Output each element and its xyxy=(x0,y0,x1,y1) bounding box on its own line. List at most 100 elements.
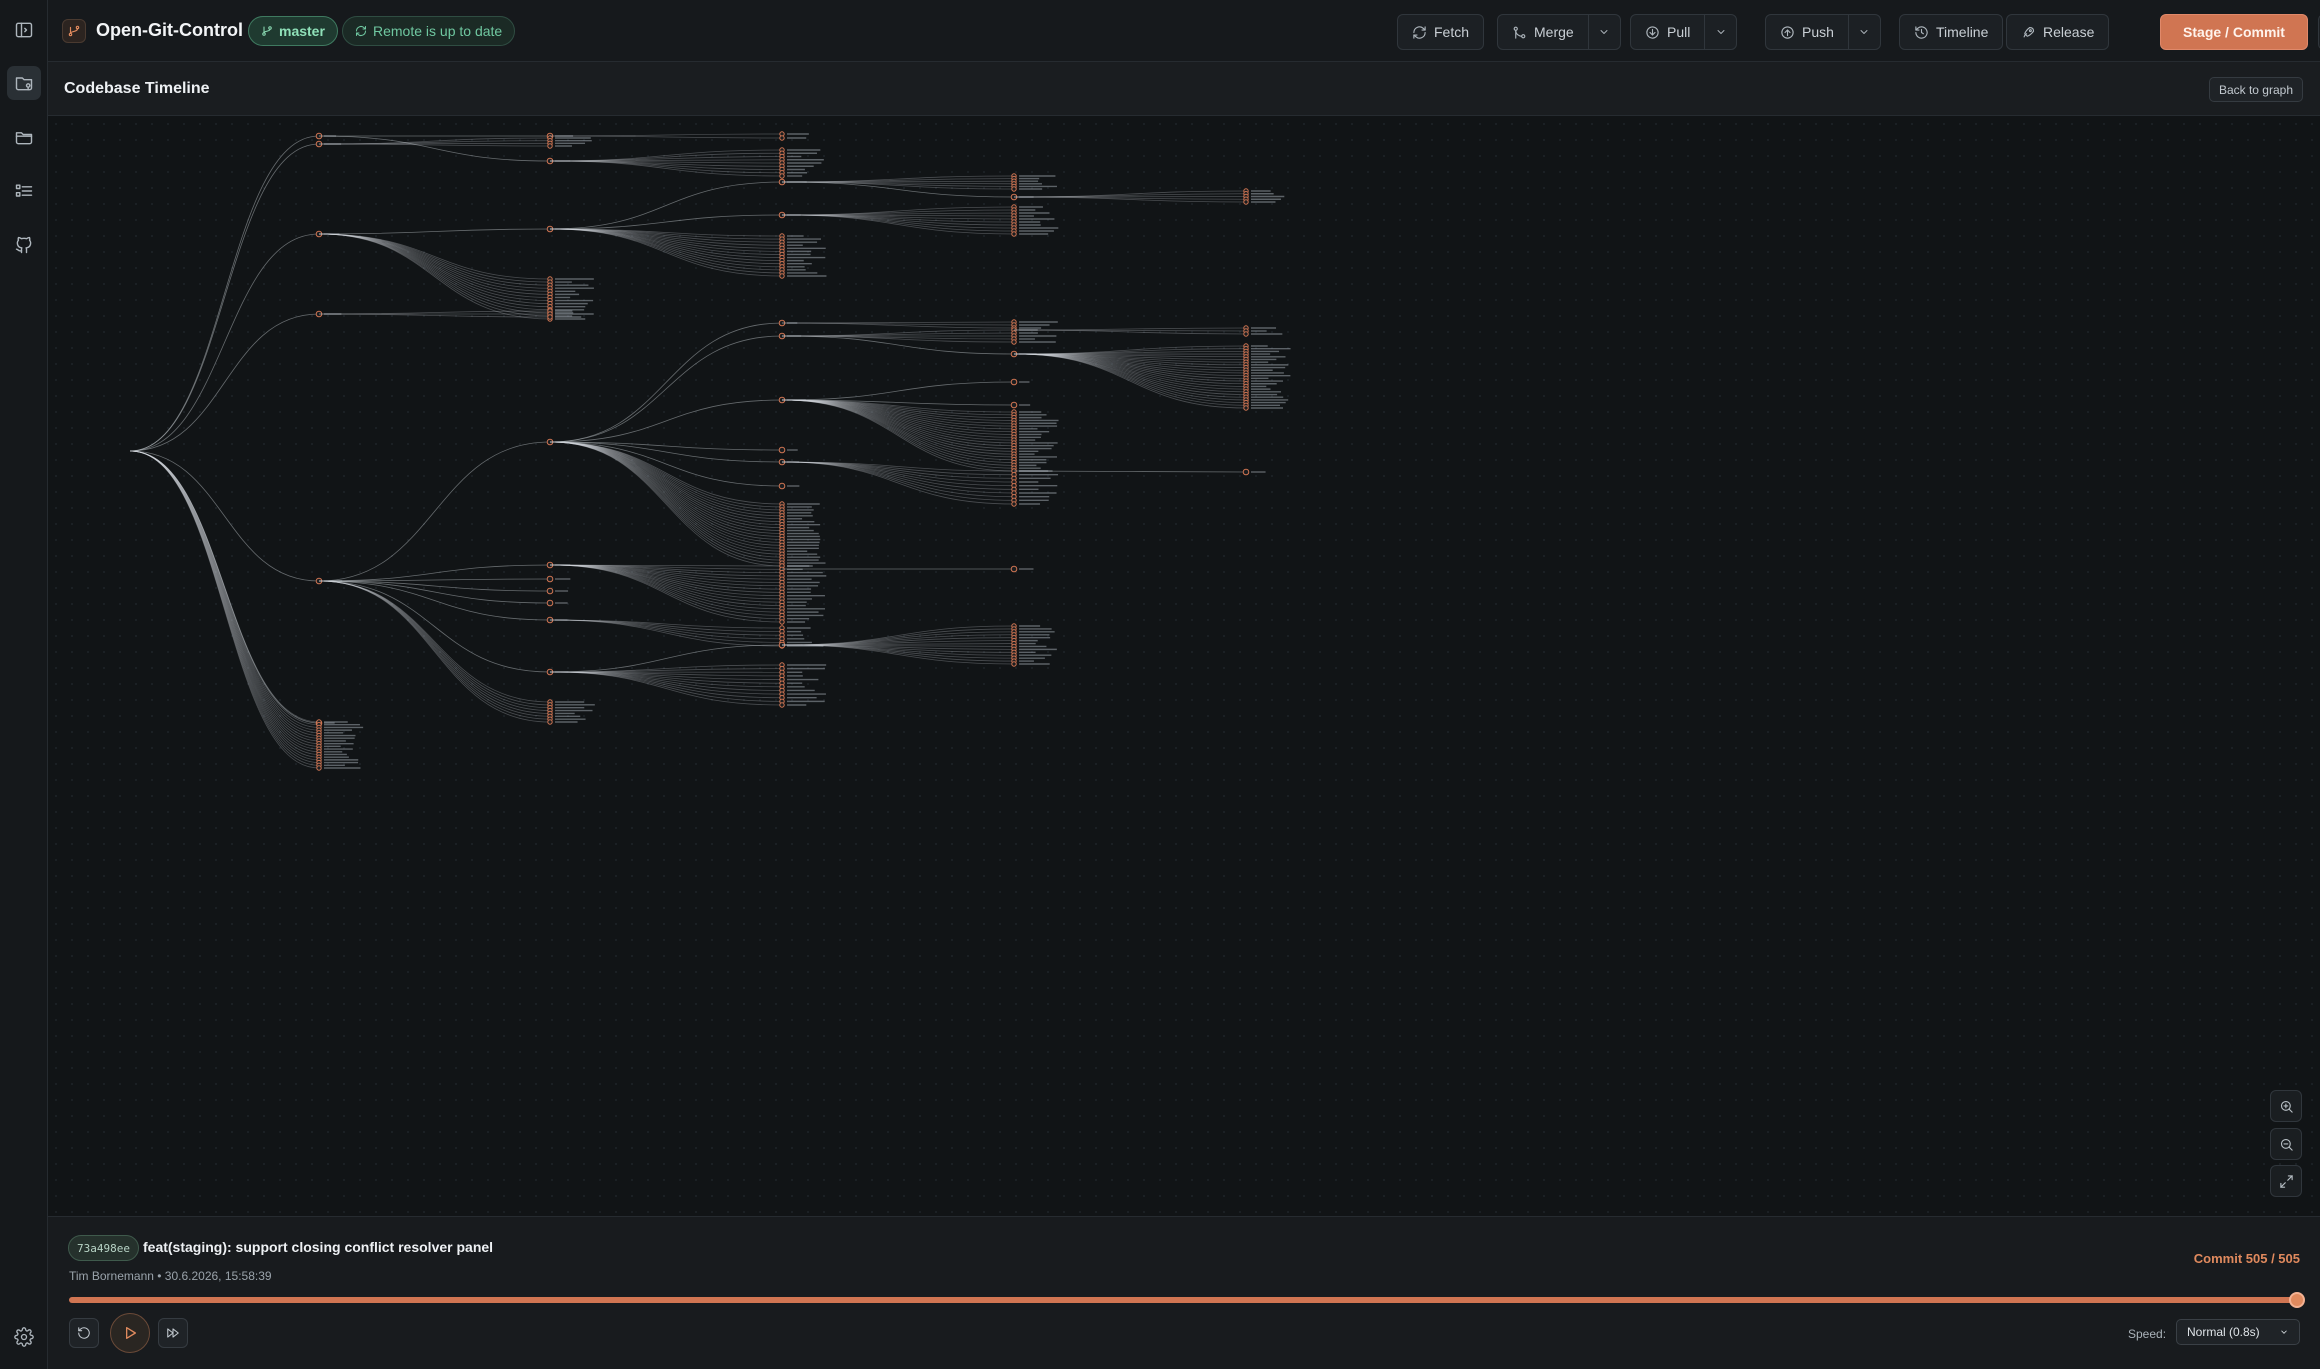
tree-node[interactable] xyxy=(546,575,554,583)
repository-icon xyxy=(15,77,33,91)
reset-button[interactable] xyxy=(69,1318,99,1348)
push-button[interactable]: Push xyxy=(1765,14,1881,50)
history-icon xyxy=(1915,25,1928,39)
speed-select[interactable]: Normal (0.8s) xyxy=(2176,1319,2300,1345)
tree-node[interactable] xyxy=(1011,501,1017,507)
chevron-down-icon xyxy=(2281,1330,2287,1334)
pull-dropdown-toggle[interactable] xyxy=(1704,15,1736,49)
tree-link xyxy=(129,450,320,726)
tree-node[interactable] xyxy=(316,765,322,771)
tree-node[interactable] xyxy=(1011,339,1017,345)
tree-link xyxy=(318,233,551,308)
tree-link xyxy=(318,310,551,315)
settings-button[interactable] xyxy=(7,1320,41,1354)
tree-node[interactable] xyxy=(547,143,553,149)
tree-node[interactable] xyxy=(1010,565,1018,573)
timeline-button[interactable]: Timeline xyxy=(1899,14,2004,50)
tree-node[interactable] xyxy=(1010,401,1018,409)
remote-status-badge: Remote is up to date xyxy=(342,16,516,46)
speed-value: Normal (0.8s) xyxy=(2187,1325,2260,1339)
tree-node[interactable] xyxy=(778,482,786,490)
view-header: Codebase Timeline Back to graph xyxy=(48,62,2320,116)
tree-link xyxy=(549,335,783,443)
tree-node[interactable] xyxy=(547,719,553,725)
sidebar-toggle-button[interactable] xyxy=(7,13,41,47)
tree-node[interactable] xyxy=(547,314,553,320)
push-dropdown-toggle[interactable] xyxy=(1847,15,1880,49)
tree-node[interactable] xyxy=(1243,405,1249,411)
release-button[interactable]: Release xyxy=(2006,14,2110,50)
tree-node[interactable] xyxy=(779,135,785,141)
nav-github[interactable] xyxy=(7,228,41,262)
tree-node[interactable] xyxy=(1243,199,1249,205)
tree-link xyxy=(549,399,783,443)
tree-link xyxy=(1013,350,1247,355)
sidebar-rail xyxy=(0,0,48,1369)
tree-node[interactable] xyxy=(779,702,785,708)
tree-link xyxy=(318,233,551,292)
tree-link xyxy=(318,578,551,582)
tree-link xyxy=(549,441,783,546)
fast-forward-button[interactable] xyxy=(158,1318,188,1348)
branch-badge[interactable]: master xyxy=(248,16,338,46)
tree-link xyxy=(318,233,551,305)
nav-repository[interactable] xyxy=(7,66,41,100)
tree-link xyxy=(129,450,320,728)
tree-link xyxy=(129,450,320,742)
chevron-down-icon xyxy=(1600,30,1608,34)
play-button[interactable] xyxy=(110,1313,150,1353)
sync-icon xyxy=(356,26,366,36)
fetch-button[interactable]: Fetch xyxy=(1397,14,1485,50)
rotate-ccw-icon xyxy=(78,1327,90,1339)
chevron-down-icon xyxy=(1717,30,1725,34)
back-to-graph-button[interactable]: Back to graph xyxy=(2208,77,2303,102)
commit-hash-badge[interactable]: 73a498ee xyxy=(68,1235,139,1261)
tree-link xyxy=(549,441,783,561)
merge-button[interactable]: Merge xyxy=(1497,14,1621,50)
tree-link xyxy=(549,644,783,673)
tree-link xyxy=(1013,470,1247,473)
merge-label: Merge xyxy=(1534,24,1574,40)
zoom-in-button[interactable] xyxy=(2270,1090,2302,1122)
playback-panel: 73a498ee feat(staging): support closing … xyxy=(48,1216,2320,1369)
tree-node[interactable] xyxy=(1011,186,1017,192)
tree-node[interactable] xyxy=(779,273,785,279)
tree-link xyxy=(129,450,320,745)
tree-node[interactable] xyxy=(1243,331,1249,337)
tree-link xyxy=(549,441,783,555)
tree-link xyxy=(549,441,783,531)
tree-node[interactable] xyxy=(1242,468,1250,476)
nav-files[interactable] xyxy=(7,120,41,154)
tree-link xyxy=(129,450,320,723)
tree-node[interactable] xyxy=(1011,231,1017,237)
page-title: Codebase Timeline xyxy=(64,80,210,97)
stage-commit-button[interactable]: Stage / Commit xyxy=(2160,14,2308,50)
tree-node[interactable] xyxy=(1010,378,1018,386)
slider-fill xyxy=(69,1297,2297,1303)
tree-link xyxy=(781,461,1015,498)
play-icon xyxy=(126,1327,136,1339)
tree-link xyxy=(549,149,783,162)
pull-button[interactable]: Pull xyxy=(1630,14,1738,50)
tree-node[interactable] xyxy=(546,587,554,595)
tree-node[interactable] xyxy=(779,619,785,625)
tree-node[interactable] xyxy=(779,173,785,179)
commit-message: feat(staging): support closing conflict … xyxy=(143,1239,494,1255)
merge-dropdown-toggle[interactable] xyxy=(1587,15,1620,49)
branch-icon xyxy=(262,26,272,36)
timeline-canvas[interactable] xyxy=(48,116,2320,1216)
slider-handle[interactable] xyxy=(2289,1292,2305,1308)
tree-link xyxy=(129,450,320,739)
chevron-down-icon xyxy=(1860,30,1868,34)
tree-node[interactable] xyxy=(546,599,554,607)
tree-link xyxy=(549,441,783,558)
tree-node[interactable] xyxy=(1011,661,1017,667)
zoom-out-button[interactable] xyxy=(2270,1128,2302,1160)
tree-link xyxy=(318,233,551,320)
git-logo-icon xyxy=(68,25,80,37)
nav-changes[interactable] xyxy=(7,174,41,208)
tree-node[interactable] xyxy=(778,446,786,454)
timeline-slider[interactable] xyxy=(69,1292,2305,1308)
zoom-out-icon xyxy=(2280,1138,2293,1151)
fit-view-button[interactable] xyxy=(2270,1165,2302,1197)
